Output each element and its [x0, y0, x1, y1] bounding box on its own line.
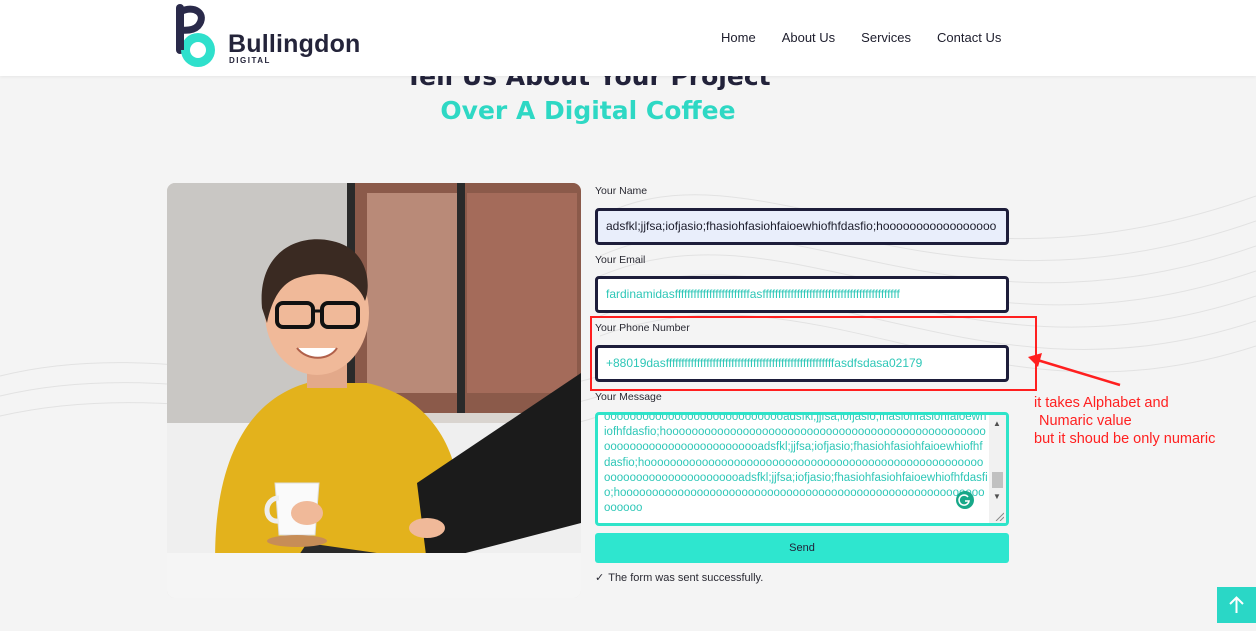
arrow-up-icon: [1229, 596, 1244, 613]
woman-with-laptop-photo: [167, 183, 581, 598]
scroll-top-button[interactable]: [1217, 587, 1256, 623]
section-subheading: Over A Digital Coffee: [440, 96, 736, 125]
main-nav: Home About Us Services Contact Us: [721, 30, 1027, 45]
message-scrollbar[interactable]: ▲ ▼: [989, 415, 1006, 523]
brand-tagline: DIGITAL: [229, 56, 271, 65]
send-button[interactable]: Send: [595, 533, 1009, 563]
check-icon: ✓: [595, 572, 605, 584]
email-field[interactable]: fardinamidasffffffffffffffffffffffffasff…: [595, 276, 1009, 313]
name-field[interactable]: adsfkl;jjfsa;iofjasio;fhasiohfasiohfaioe…: [595, 208, 1009, 245]
annotation-arrow-icon: [1028, 353, 1121, 387]
logo-mark-icon: [176, 4, 215, 67]
nav-about-us[interactable]: About Us: [782, 30, 835, 45]
name-label: Your Name: [595, 185, 648, 197]
annotation-line-3: but it shoud be only numaric: [1034, 431, 1216, 447]
message-label: Your Message: [595, 391, 662, 403]
email-label: Your Email: [595, 254, 646, 266]
grammarly-icon[interactable]: [956, 491, 974, 509]
annotation-note: it takes Alphabet and Numaric value but …: [1034, 394, 1215, 448]
success-text: The form was sent successfully.: [608, 572, 764, 584]
resize-grip-icon[interactable]: [994, 511, 1004, 521]
site-header: Bullingdon DIGITAL Home About Us Service…: [0, 0, 1256, 76]
scroll-thumb[interactable]: [992, 472, 1003, 488]
brand-logo[interactable]: Bullingdon DIGITAL: [172, 4, 362, 74]
scroll-up-icon[interactable]: ▲: [993, 419, 1001, 428]
nav-contact-us[interactable]: Contact Us: [937, 30, 1001, 45]
scroll-down-icon[interactable]: ▼: [993, 492, 1001, 501]
success-message: ✓ The form was sent successfully.: [595, 571, 763, 584]
annotation-highlight-box: [590, 316, 1037, 391]
brand-name: Bullingdon: [228, 30, 361, 58]
nav-home[interactable]: Home: [721, 30, 756, 45]
nav-services[interactable]: Services: [861, 30, 911, 45]
annotation-line-2: Numaric value: [1039, 413, 1132, 429]
annotation-line-1: it takes Alphabet and: [1034, 395, 1169, 411]
message-field[interactable]: ooooooooooooooooooooooooooooadsfkl;jjfsa…: [595, 412, 1009, 526]
message-text: ooooooooooooooooooooooooooooadsfkl;jjfsa…: [604, 412, 988, 515]
